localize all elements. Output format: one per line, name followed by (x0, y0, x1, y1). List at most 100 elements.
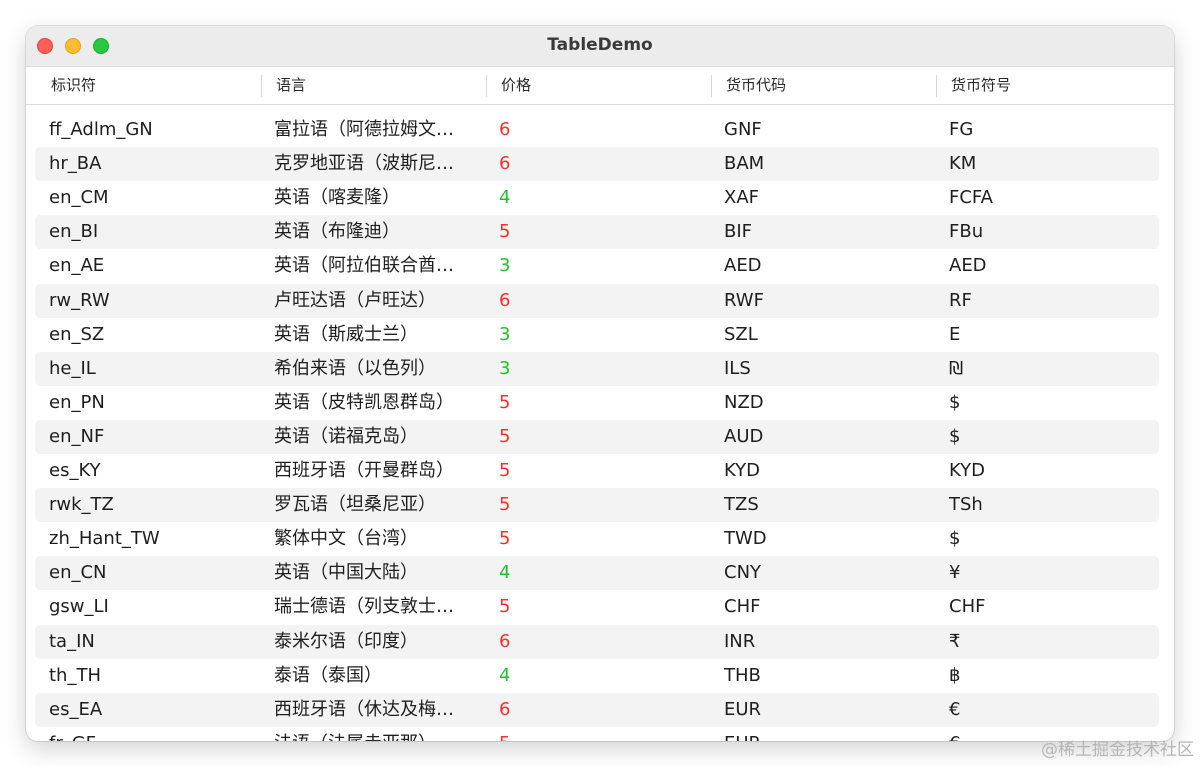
table-header: 标识符 语言 价格 货币代码 货币符号 (26, 67, 1174, 105)
cell-language: 克罗地亚语（波斯尼… (274, 153, 454, 175)
table-row[interactable]: fr_GF法语（法属圭亚那）5EUR€ (35, 727, 1159, 741)
cell-price: 6 (499, 119, 511, 140)
table-body[interactable]: ff_Adlm_GN 富拉语（阿德拉姆文… 6 GNF FG hr_BA 克罗地亚语（波斯尼… (26, 113, 1174, 741)
cell-currency-symbol: TSh (949, 494, 983, 516)
table-row[interactable]: en_AE 英语（阿拉伯联合酋… 3 AED AED (35, 249, 1159, 283)
cell-price: 6 (499, 153, 511, 175)
cell-currency-symbol: RF (949, 289, 972, 311)
cell-identifier: ta_IN (49, 630, 95, 652)
window-title: TableDemo (547, 35, 653, 55)
cell-identifier: en_PN (49, 391, 105, 413)
cell-language: 卢旺达语（卢旺达） (274, 289, 436, 311)
cell-identifier: fr_GF (49, 727, 259, 741)
cell-language: 泰语（泰国） (274, 664, 382, 686)
cell-currency-symbol: FG (949, 119, 974, 140)
table-row[interactable]: he_IL 希伯来语（以色列） 3 ILS ₪ (35, 351, 1159, 386)
cell-currency-code: NZD (724, 391, 764, 413)
cell-price: 4 (499, 562, 511, 584)
cell-currency-symbol: FBu (949, 221, 984, 243)
cell-currency-symbol: ¥ (949, 562, 961, 584)
cell-identifier: th_TH (49, 664, 101, 686)
cell-price: 5 (499, 391, 511, 413)
table-row[interactable]: es_KY 西班牙语（开曼群岛） 5 KYD KYD (35, 454, 1159, 488)
table-row[interactable]: en_NF 英语（诺福克岛） 5 AUD $ (35, 419, 1159, 454)
table-row[interactable]: zh_Hant_TW 繁体中文（台湾） 5 TWD $ (35, 522, 1159, 556)
table-row[interactable]: gsw_LI 瑞士德语（列支敦士… 5 CHF CHF (35, 590, 1159, 624)
cell-identifier: es_KY (49, 460, 101, 481)
cell-identifier: en_CN (49, 562, 107, 584)
watermark: @稀土掘金技术社区 (1041, 740, 1194, 760)
table-row[interactable]: en_BI 英语（布隆迪） 5 BIF FBu (35, 215, 1159, 250)
cell-price: 3 (499, 323, 511, 345)
cell-identifier: rwk_TZ (49, 494, 114, 516)
cell-language: 富拉语（阿德拉姆文… (274, 119, 454, 140)
cell-identifier: ff_Adlm_GN (49, 119, 153, 140)
cell-identifier: hr_BA (49, 153, 102, 175)
cell-currency-symbol: FCFA (949, 187, 993, 209)
cell-identifier: es_EA (49, 698, 103, 720)
cell-identifier: en_SZ (49, 323, 105, 345)
cell-identifier: gsw_LI (49, 596, 109, 618)
cell-identifier: rw_RW (49, 289, 110, 311)
cell-price: 6 (499, 630, 511, 652)
table-row[interactable]: en_CN 英语（中国大陆） 4 CNY ¥ (35, 556, 1159, 591)
cell-currency-code: BAM (724, 153, 765, 175)
cell-currency-symbol: ฿ (949, 664, 961, 686)
cell-identifier: zh_Hant_TW (49, 528, 160, 550)
cell-price: 4 (499, 664, 511, 686)
title-bar[interactable]: TableDemo (26, 26, 1174, 67)
cell-currency-code: ILS (724, 357, 751, 379)
column-header-currency-symbol[interactable]: 货币符号 (926, 67, 1174, 104)
cell-identifier: en_AE (49, 255, 105, 277)
column-header-language[interactable]: 语言 (251, 67, 476, 104)
cell-currency-code: TZS (724, 494, 759, 516)
cell-price: 6 (499, 289, 511, 311)
app-window: TableDemo 标识符 语言 价格 货币代码 货币符号 ff_Adlm_GN… (26, 26, 1174, 741)
column-header-currency-code[interactable]: 货币代码 (701, 67, 926, 104)
table-row[interactable]: es_EA 西班牙语（休达及梅… 6 EUR € (35, 692, 1159, 727)
table-row[interactable]: ff_Adlm_GN 富拉语（阿德拉姆文… 6 GNF FG (35, 113, 1159, 147)
cell-price: 3 (499, 255, 511, 277)
cell-price: 5 (499, 596, 511, 618)
table-row[interactable]: en_CM 英语（喀麦隆） 4 XAF FCFA (35, 181, 1159, 215)
cell-currency-code: RWF (724, 289, 764, 311)
cell-identifier: en_CM (49, 187, 109, 209)
cell-language: 法语（法属圭亚那） (274, 727, 464, 741)
cell-price: 5 (499, 528, 511, 550)
cell-price: 5 (499, 221, 511, 243)
table-row[interactable]: en_PN 英语（皮特凯恩群岛） 5 NZD $ (35, 386, 1159, 420)
cell-currency-code: AED (724, 255, 762, 277)
cell-price: 5 (499, 727, 559, 741)
table-row[interactable]: ta_IN 泰米尔语（印度） 6 INR ₹ (35, 624, 1159, 659)
cell-currency-code: INR (724, 630, 756, 652)
cell-currency-code: CHF (724, 596, 761, 618)
cell-language: 泰米尔语（印度） (274, 630, 418, 652)
cell-currency-symbol: ₪ (949, 357, 964, 379)
cell-price: 6 (499, 698, 511, 720)
cell-currency-code: KYD (724, 460, 761, 481)
cell-currency-symbol: $ (949, 425, 961, 447)
cell-language: 希伯来语（以色列） (274, 357, 436, 379)
cell-currency-symbol: € (949, 698, 961, 720)
table-row[interactable]: en_SZ 英语（斯威士兰） 3 SZL E (35, 318, 1159, 352)
cell-currency-symbol: AED (949, 255, 987, 277)
column-header-price[interactable]: 价格 (476, 67, 701, 104)
cell-language: 英语（斯威士兰） (274, 323, 418, 345)
cell-language: 西班牙语（开曼群岛） (274, 460, 454, 481)
cell-identifier: he_IL (49, 357, 96, 379)
cell-language: 繁体中文（台湾） (274, 528, 418, 550)
cell-currency-symbol: ₹ (949, 630, 961, 652)
cell-price: 5 (499, 425, 511, 447)
cell-currency-code: SZL (724, 323, 758, 345)
table-row[interactable]: hr_BA 克罗地亚语（波斯尼… 6 BAM KM (35, 147, 1159, 182)
cell-identifier: en_BI (49, 221, 99, 243)
table-row[interactable]: rwk_TZ 罗瓦语（坦桑尼亚） 5 TZS TSh (35, 488, 1159, 523)
cell-currency-code: EUR (724, 698, 762, 720)
cell-language: 英语（喀麦隆） (274, 187, 400, 209)
cell-currency-code: XAF (724, 187, 759, 209)
table-row[interactable]: th_TH 泰语（泰国） 4 THB ฿ (35, 659, 1159, 693)
column-header-identifier[interactable]: 标识符 (26, 67, 251, 104)
cell-language: 英语（阿拉伯联合酋… (274, 255, 454, 277)
table-row[interactable]: rw_RW 卢旺达语（卢旺达） 6 RWF RF (35, 283, 1159, 318)
cell-currency-symbol: $ (949, 391, 961, 413)
